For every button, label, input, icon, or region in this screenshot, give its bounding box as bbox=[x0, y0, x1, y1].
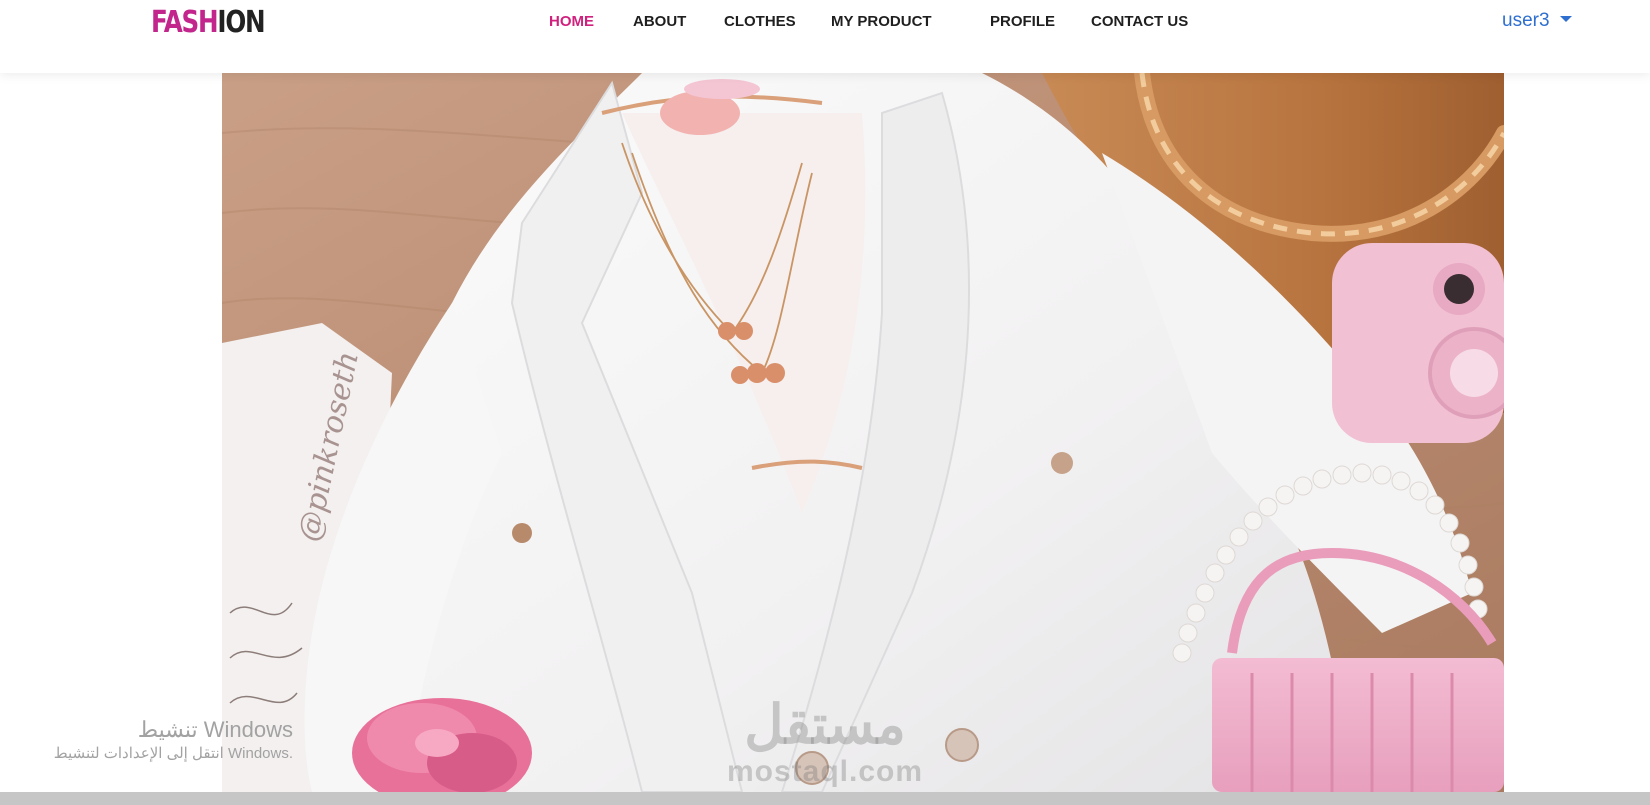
nav-home[interactable]: HOME bbox=[549, 12, 594, 32]
site-watermark-arabic: مستقل bbox=[744, 695, 906, 755]
nav-my-product[interactable]: MY PRODUCT bbox=[831, 12, 932, 32]
hanger-label bbox=[684, 79, 760, 99]
nav-clothes[interactable]: CLOTHES bbox=[724, 12, 796, 32]
navbar: FASHION HOME ABOUT CLOTHES MY PRODUCT PR… bbox=[0, 0, 1650, 73]
hero-image: @pinkroseth bbox=[222, 73, 1504, 792]
hero-photo-illustration: @pinkroseth bbox=[222, 73, 1504, 792]
user-dropdown[interactable]: user3 bbox=[1502, 9, 1572, 33]
brand-logo[interactable]: FASHION bbox=[151, 4, 266, 42]
windows-activation-subtitle: انتقل إلى الإعدادات لتنشيط Windows. bbox=[53, 745, 293, 762]
horizontal-scrollbar[interactable] bbox=[0, 792, 1650, 805]
site-watermark: مستقل mostaql.com bbox=[720, 694, 930, 788]
nav-about[interactable]: ABOUT bbox=[633, 12, 686, 32]
windows-activation-title: تنشيط Windows bbox=[137, 717, 293, 742]
pink-camera bbox=[1332, 243, 1504, 443]
brand-part-1: FASH bbox=[151, 5, 219, 40]
windows-activation-notice: تنشيط Windows انتقل إلى الإعدادات لتنشيط… bbox=[54, 716, 293, 764]
caret-down-icon bbox=[1559, 16, 1572, 22]
site-watermark-latin: mostaql.com bbox=[726, 755, 924, 788]
nav-profile[interactable]: PROFILE bbox=[990, 12, 1055, 32]
brand-part-2: ION bbox=[217, 5, 265, 40]
user-name: user3 bbox=[1502, 10, 1550, 31]
nav-contact-us[interactable]: CONTACT US bbox=[1091, 12, 1188, 32]
